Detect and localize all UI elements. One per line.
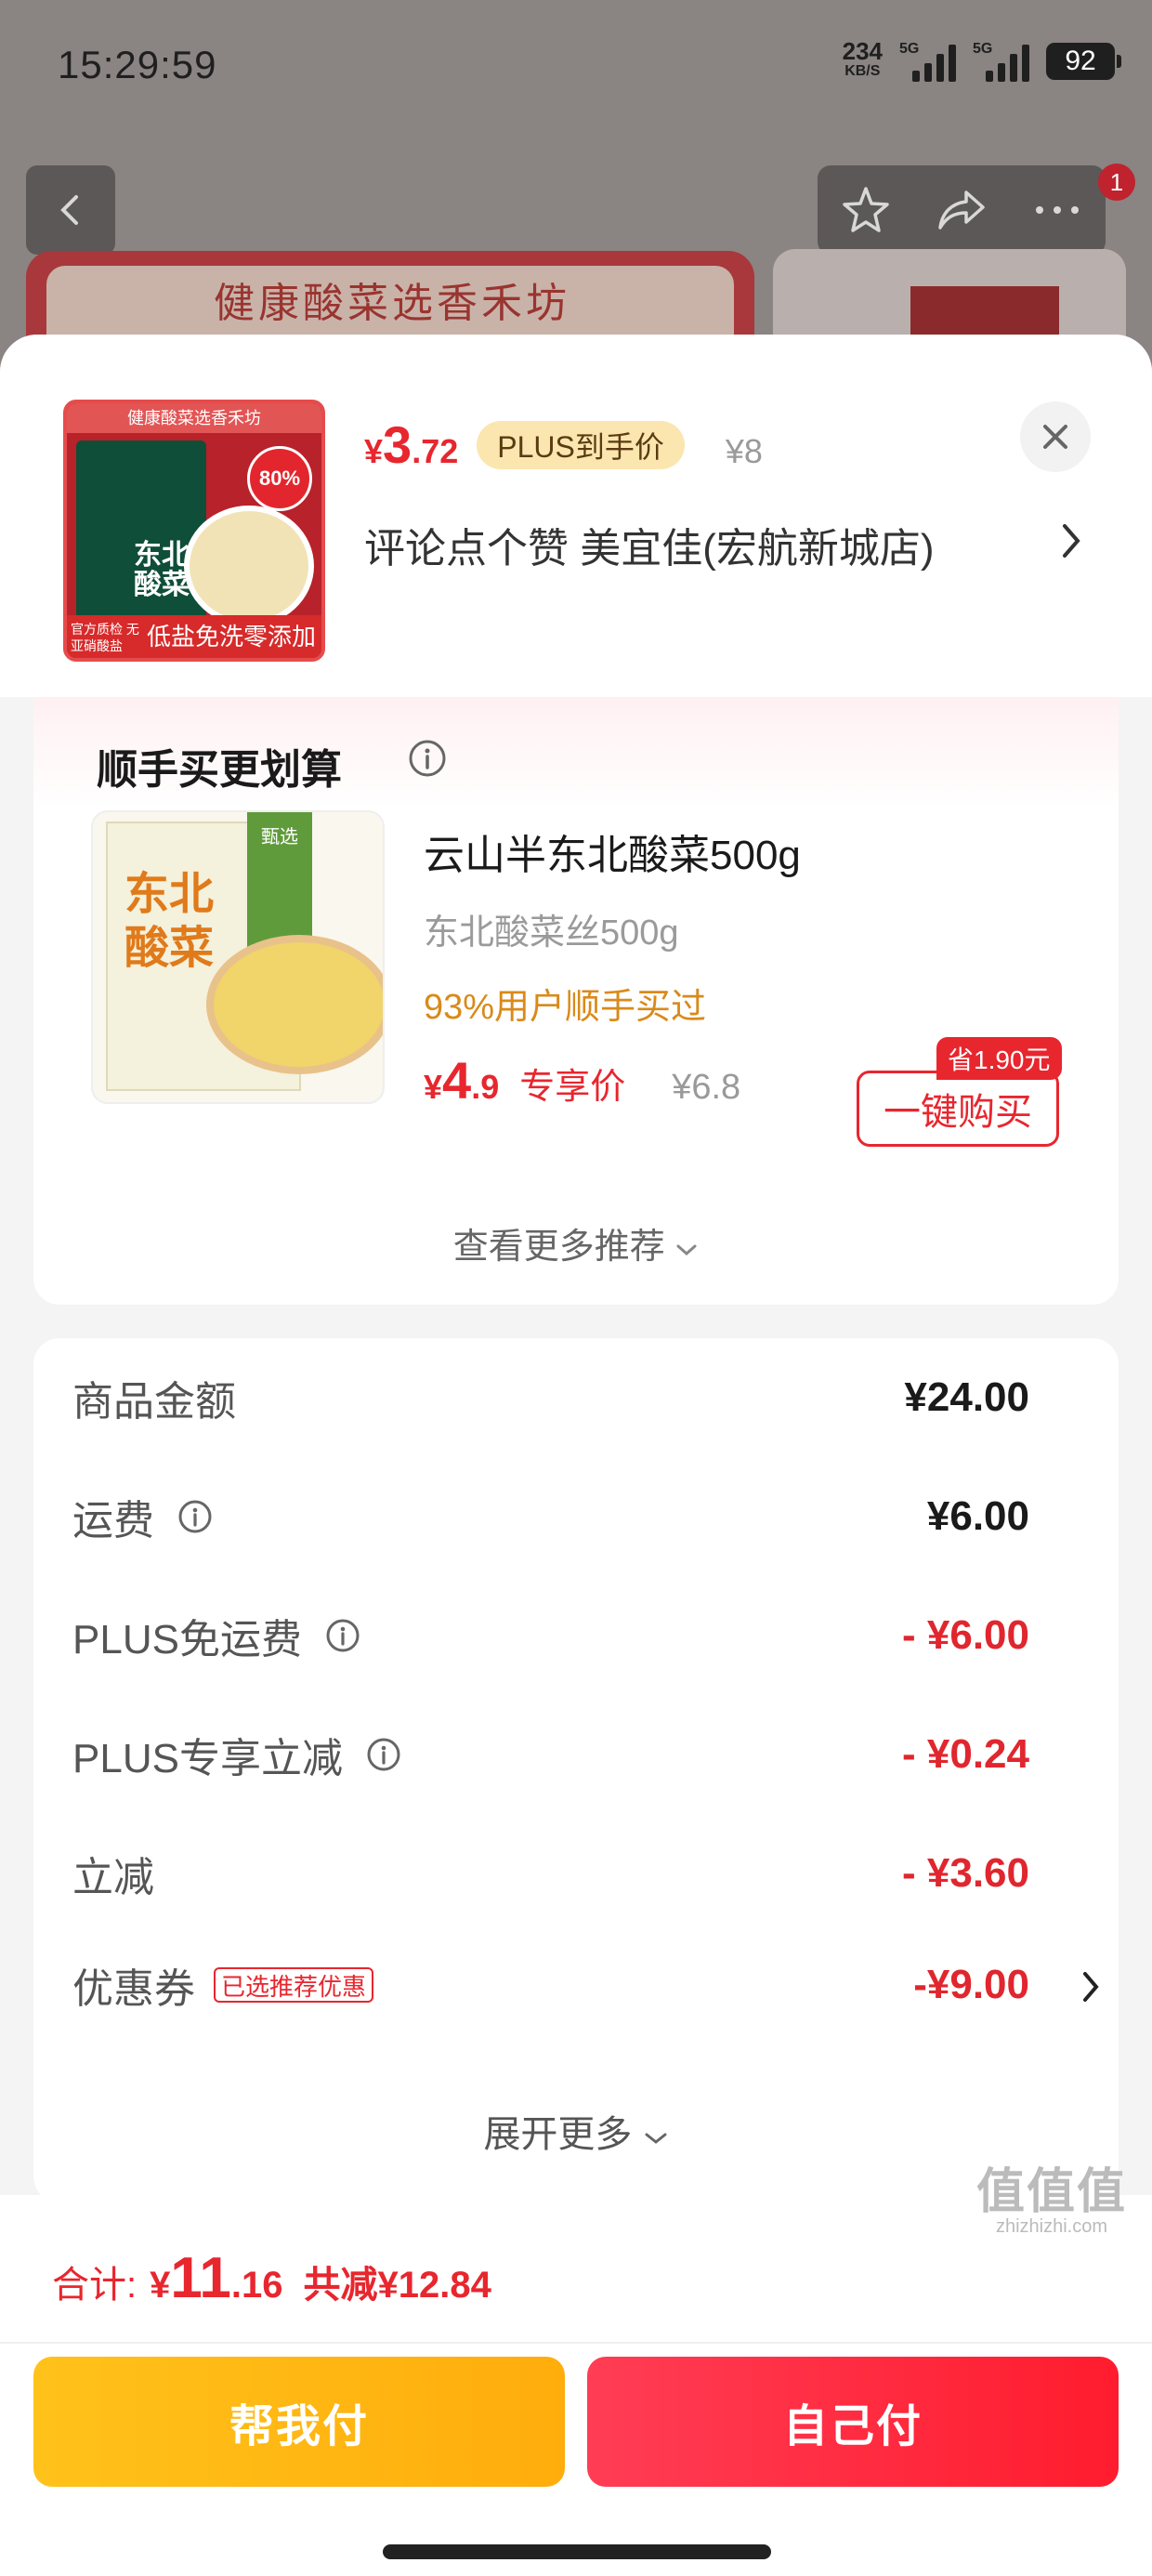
- home-indicator[interactable]: [383, 2544, 771, 2559]
- header-actions: [818, 165, 1106, 255]
- one-click-buy-button[interactable]: 一键购买: [857, 1071, 1059, 1147]
- chevron-right-icon[interactable]: [1081, 1968, 1102, 2005]
- network-speed: 234 KB/S: [842, 37, 883, 79]
- recommend-title: 顺手买更划算: [97, 747, 342, 793]
- store-line[interactable]: 评论点个赞 美宜佳(宏航新城店): [364, 515, 935, 574]
- recommend-item-spec: 东北酸菜丝500g: [424, 913, 679, 953]
- divider: [0, 2342, 1152, 2344]
- breakdown-row-goods: 商品金额 ¥24.00: [72, 1374, 1029, 1425]
- signal-icon: 5G: [899, 41, 956, 82]
- back-icon: [60, 195, 78, 225]
- more-icon[interactable]: [1030, 183, 1084, 237]
- more-recommend-link[interactable]: 查看更多推荐: [33, 1217, 1119, 1268]
- status-time: 15:29:59: [58, 43, 217, 86]
- recommend-item-name[interactable]: 云山半东北酸菜500g: [424, 821, 801, 881]
- coupon-tag: 已选推荐优惠: [214, 1967, 374, 2003]
- total-row: 合计: ¥ 11 .16 共减¥12.84: [52, 2246, 491, 2310]
- recommend-price-row: ¥4.9 专享价 ¥6.8: [424, 1050, 740, 1111]
- info-icon[interactable]: [324, 1617, 361, 1654]
- info-icon[interactable]: [407, 738, 448, 779]
- recommend-price: ¥4.9: [424, 1051, 500, 1110]
- status-bar: 15:29:59 234 KB/S 5G 5G 92: [0, 0, 1152, 139]
- pay-myself-button[interactable]: 自己付: [587, 2357, 1119, 2487]
- background-banner-text: 健康酸菜选香禾坊: [214, 281, 570, 326]
- signal-icon-2: 5G: [973, 41, 1029, 82]
- bottom-pay-bar: 合计: ¥ 11 .16 共减¥12.84 帮我付 自己付: [0, 2195, 1152, 2576]
- breakdown-row-coupon[interactable]: 优惠券 已选推荐优惠 -¥9.00: [72, 1957, 1029, 2013]
- pay-for-me-button[interactable]: 帮我付: [33, 2357, 565, 2487]
- star-icon[interactable]: [839, 183, 893, 237]
- price-breakdown: 商品金额 ¥24.00 运费 ¥6.00 PLUS免运费 - ¥6.00 PLU…: [33, 1338, 1119, 2202]
- sheet-header: 健康酸菜选香禾坊 东北酸菜 80% 官方质检 无亚硝酸盐 低盐免洗零添加 ¥3.…: [0, 335, 1152, 697]
- info-icon[interactable]: [177, 1498, 214, 1535]
- product-image[interactable]: 健康酸菜选香禾坊 东北酸菜 80% 官方质检 无亚硝酸盐 低盐免洗零添加: [63, 400, 325, 662]
- chevron-down-icon: [645, 2133, 667, 2144]
- breakdown-row-plus-discount: PLUS专享立减 - ¥0.24: [72, 1731, 1029, 1781]
- expand-more-link[interactable]: 展开更多: [33, 2104, 1119, 2158]
- breakdown-row-plus-shipping: PLUS免运费 - ¥6.00: [72, 1612, 1029, 1663]
- total-saved: 共减¥12.84: [303, 2265, 491, 2306]
- background-page: 15:29:59 234 KB/S 5G 5G 92 1 健康酸菜选香禾坊: [0, 0, 1152, 390]
- recommend-card: 顺手买更划算 东北酸菜 甄选 云山半东北酸菜500g 东北酸菜丝500g 93%…: [33, 697, 1119, 1305]
- close-button[interactable]: [1020, 401, 1091, 472]
- status-indicators: 234 KB/S 5G 5G 92: [842, 37, 1121, 82]
- price-row: ¥3.72 PLUS到手价 ¥8: [364, 414, 763, 475]
- watermark: 值值值 zhizhizhi.com: [975, 2165, 1127, 2237]
- share-icon[interactable]: [935, 183, 988, 237]
- breakdown-row-shipping: 运费 ¥6.00: [72, 1493, 1029, 1544]
- breakdown-row-instant-discount: 立减 - ¥3.60: [72, 1850, 1029, 1900]
- recommend-original-price: ¥6.8: [672, 1068, 741, 1107]
- recommend-price-tag: 专享价: [519, 1068, 626, 1107]
- final-price: ¥3.72: [364, 415, 459, 474]
- plus-price-chip: PLUS到手价: [477, 421, 685, 469]
- battery-icon: 92: [1046, 43, 1121, 80]
- close-icon: [1043, 425, 1067, 449]
- info-icon[interactable]: [365, 1736, 402, 1773]
- chevron-down-icon: [676, 1244, 697, 1256]
- chevron-right-icon[interactable]: [1059, 519, 1085, 563]
- total-amount: 11: [170, 2246, 231, 2310]
- cart-badge: 1: [1098, 164, 1135, 201]
- back-button[interactable]: [26, 165, 115, 255]
- save-badge: 省1.90元: [936, 1037, 1062, 1080]
- recommend-item-image[interactable]: 东北酸菜 甄选: [91, 810, 385, 1104]
- recommend-item-bought: 93%用户顺手买过: [424, 988, 707, 1027]
- original-price: ¥8: [725, 432, 763, 470]
